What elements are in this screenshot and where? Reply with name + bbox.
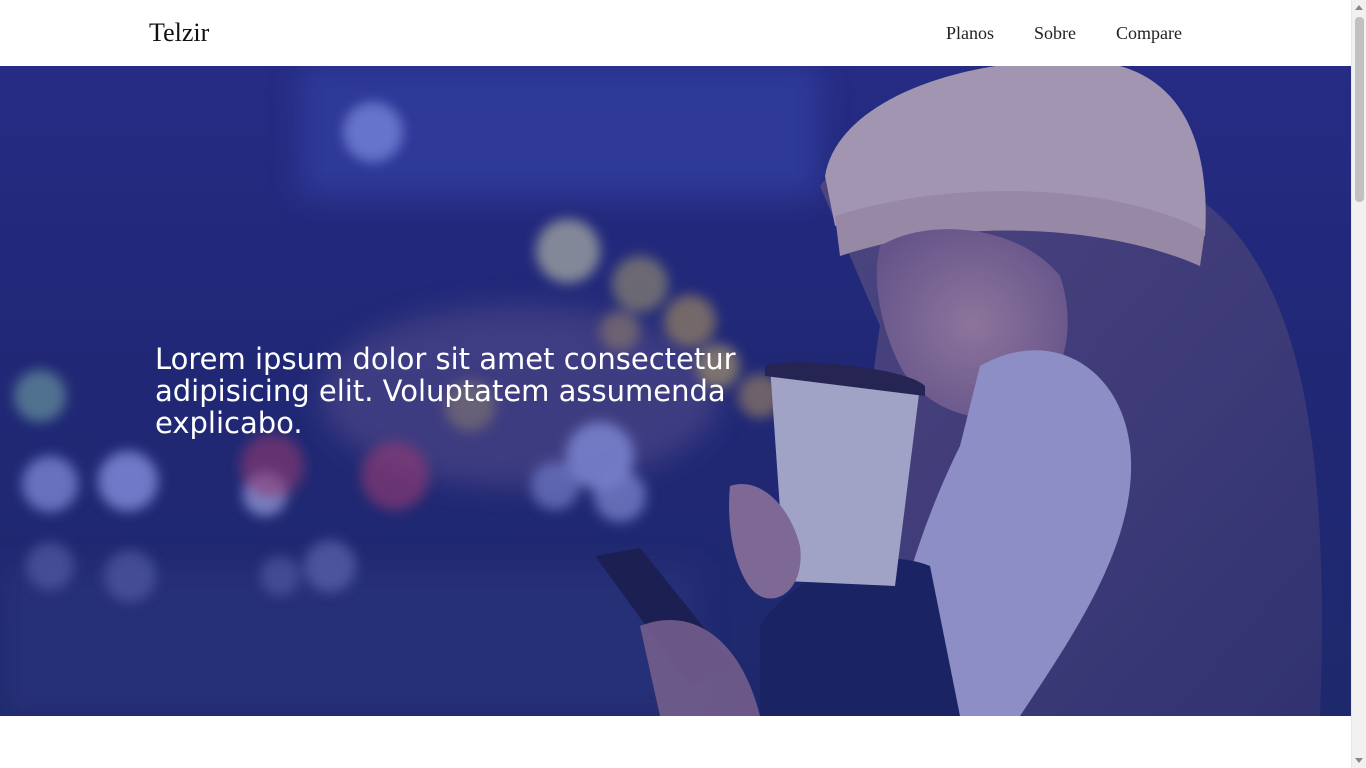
scrollbar-thumb[interactable] bbox=[1355, 17, 1364, 202]
hero-headline: Lorem ipsum dolor sit amet consectetur a… bbox=[155, 342, 736, 440]
vertical-scrollbar[interactable] bbox=[1351, 0, 1366, 768]
nav-link-compare[interactable]: Compare bbox=[1116, 21, 1182, 45]
main-nav: Planos Sobre Compare bbox=[946, 21, 1182, 45]
site-header: Telzir Planos Sobre Compare bbox=[0, 0, 1351, 66]
page: Telzir Planos Sobre Compare Lorem ipsum … bbox=[0, 0, 1366, 768]
nav-link-planos[interactable]: Planos bbox=[946, 21, 994, 45]
scroll-down-arrow-icon[interactable] bbox=[1355, 758, 1363, 763]
hero-banner: Lorem ipsum dolor sit amet consectetur a… bbox=[0, 66, 1351, 716]
brand-logo[interactable]: Telzir bbox=[149, 16, 209, 50]
scroll-up-arrow-icon[interactable] bbox=[1355, 5, 1363, 10]
nav-link-sobre[interactable]: Sobre bbox=[1034, 21, 1076, 45]
